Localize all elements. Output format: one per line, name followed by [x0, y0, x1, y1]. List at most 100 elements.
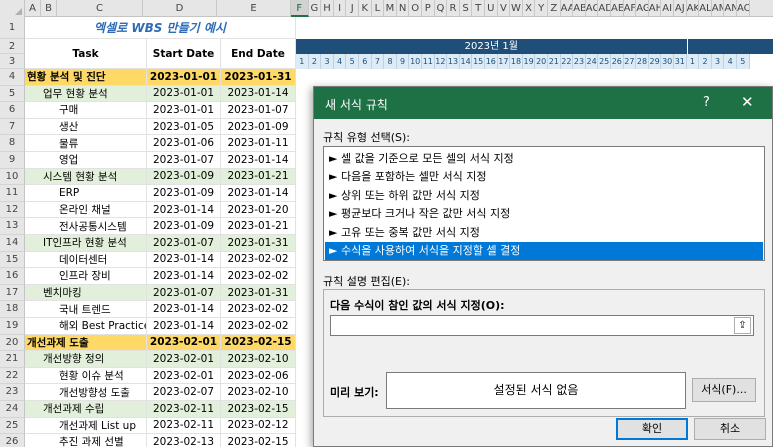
start-date-cell[interactable]: 2023-01-09 [147, 168, 221, 186]
end-date-cell[interactable]: 2023-01-21 [221, 168, 296, 186]
select-all-corner[interactable] [0, 0, 25, 17]
start-date-cell[interactable]: 2023-01-14 [147, 201, 221, 219]
start-date-cell[interactable]: 2023-01-01 [147, 102, 221, 119]
start-date-cell[interactable]: 2023-01-07 [147, 235, 221, 252]
task-cell[interactable]: 물류 [25, 135, 147, 152]
column-header[interactable]: AI [661, 0, 674, 17]
ok-button[interactable]: 확인 [616, 418, 688, 440]
row-header[interactable]: 23 [0, 384, 25, 401]
cancel-button[interactable]: 취소 [694, 418, 766, 440]
task-cell[interactable]: ERP [25, 185, 147, 202]
start-date-cell[interactable]: 2023-01-09 [147, 185, 221, 202]
rule-type-item[interactable]: ► 상위 또는 하위 값만 서식 지정 [325, 187, 763, 205]
row-header[interactable]: 13 [0, 218, 25, 235]
task-cell[interactable]: 국내 트렌드 [25, 301, 147, 318]
row-header[interactable]: 17 [0, 284, 25, 302]
end-date-cell[interactable]: 2023-01-11 [221, 135, 296, 152]
row-header[interactable]: 22 [0, 367, 25, 385]
rule-type-item[interactable]: ► 다음을 포함하는 셀만 서식 지정 [325, 168, 763, 186]
column-header[interactable]: AF [624, 0, 637, 17]
task-cell[interactable]: 인프라 장비 [25, 268, 147, 285]
end-date-cell[interactable]: 2023-02-02 [221, 268, 296, 285]
task-cell[interactable]: 개선과제 도출 [25, 334, 147, 352]
column-header[interactable]: AB [573, 0, 586, 17]
column-header[interactable]: C [57, 0, 143, 17]
start-date-cell[interactable]: 2023-02-01 [147, 334, 221, 352]
column-header[interactable]: AK [687, 0, 700, 17]
row-header[interactable]: 5 [0, 85, 25, 103]
end-date-cell[interactable]: 2023-01-07 [221, 102, 296, 119]
end-date-cell[interactable]: 2023-01-21 [221, 218, 296, 235]
row-header[interactable]: 4 [0, 69, 25, 86]
row-header[interactable]: 18 [0, 301, 25, 318]
column-header[interactable]: D [143, 0, 217, 17]
sheet-title[interactable]: 엑셀로 WBS 만들기 예시 [25, 17, 296, 39]
start-date-cell[interactable]: 2023-01-05 [147, 118, 221, 136]
row-header[interactable]: 11 [0, 185, 25, 202]
column-header[interactable]: M [384, 0, 397, 17]
end-date-cell[interactable]: 2023-01-20 [221, 201, 296, 219]
task-cell[interactable]: 현황 분석 및 진단 [25, 69, 147, 86]
row-header[interactable]: 15 [0, 251, 25, 269]
start-date-cell[interactable]: 2023-01-09 [147, 218, 221, 235]
end-date-cell[interactable]: 2023-02-15 [221, 434, 296, 447]
start-date-cell[interactable]: 2023-02-11 [147, 417, 221, 435]
column-header[interactable]: G [309, 0, 322, 17]
column-header[interactable]: F [291, 0, 309, 17]
column-header[interactable]: AM [712, 0, 725, 17]
task-cell[interactable]: IT인프라 현황 분석 [25, 235, 147, 252]
formula-input[interactable]: ⇪ [330, 315, 754, 336]
task-cell[interactable]: 개선과제 List up [25, 417, 147, 435]
row-header[interactable]: 21 [0, 351, 25, 368]
row-header[interactable]: 19 [0, 318, 25, 335]
start-date-cell[interactable]: 2023-01-01 [147, 69, 221, 86]
close-icon[interactable]: ✕ [741, 93, 754, 111]
end-date-cell[interactable]: 2023-01-14 [221, 85, 296, 103]
column-header[interactable]: O [409, 0, 422, 17]
row-header[interactable]: 2 [0, 39, 25, 54]
task-cell[interactable]: 영업 [25, 152, 147, 169]
start-date-cell[interactable]: 2023-02-11 [147, 401, 221, 418]
rule-type-list[interactable]: ► 셀 값을 기준으로 모든 셀의 서식 지정 ► 다음을 포함하는 셀만 서식 … [323, 146, 765, 261]
start-date-cell[interactable]: 2023-01-14 [147, 301, 221, 318]
task-cell[interactable]: 개선방향성 도출 [25, 384, 147, 401]
start-date-cell[interactable]: 2023-02-13 [147, 434, 221, 447]
column-header[interactable]: U [485, 0, 498, 17]
row-header[interactable]: 12 [0, 201, 25, 219]
start-date-cell[interactable]: 2023-01-06 [147, 135, 221, 152]
row-header[interactable]: 6 [0, 102, 25, 119]
column-header[interactable]: W [510, 0, 523, 17]
end-date-header[interactable]: End Date [221, 39, 296, 69]
end-date-cell[interactable]: 2023-01-14 [221, 185, 296, 202]
column-header[interactable]: J [346, 0, 359, 17]
end-date-cell[interactable]: 2023-02-15 [221, 401, 296, 418]
task-cell[interactable]: 온라인 채널 [25, 201, 147, 219]
column-header[interactable]: AG [636, 0, 649, 17]
end-date-cell[interactable]: 2023-02-02 [221, 301, 296, 318]
column-header[interactable]: AH [649, 0, 662, 17]
help-icon[interactable]: ? [703, 95, 710, 110]
column-header[interactable]: AJ [674, 0, 687, 17]
column-header[interactable]: S [460, 0, 473, 17]
start-date-cell[interactable]: 2023-01-07 [147, 284, 221, 302]
row-header[interactable]: 7 [0, 118, 25, 136]
column-header[interactable]: AA [561, 0, 574, 17]
column-header[interactable]: Z [548, 0, 561, 17]
start-date-cell[interactable]: 2023-02-01 [147, 351, 221, 368]
end-date-cell[interactable]: 2023-02-12 [221, 417, 296, 435]
end-date-cell[interactable]: 2023-01-14 [221, 152, 296, 169]
column-header[interactable]: P [422, 0, 435, 17]
column-header[interactable]: I [334, 0, 347, 17]
end-date-cell[interactable]: 2023-01-31 [221, 235, 296, 252]
start-date-cell[interactable]: 2023-01-14 [147, 318, 221, 335]
column-header[interactable]: AO [737, 0, 750, 17]
start-date-cell[interactable]: 2023-01-01 [147, 85, 221, 103]
end-date-cell[interactable]: 2023-02-02 [221, 251, 296, 269]
row-header[interactable]: 25 [0, 417, 25, 435]
column-header[interactable]: L [372, 0, 385, 17]
task-cell[interactable]: 시스템 현황 분석 [25, 168, 147, 186]
task-cell[interactable]: 개선과제 수립 [25, 401, 147, 418]
start-date-cell[interactable]: 2023-02-07 [147, 384, 221, 401]
row-header[interactable]: 24 [0, 401, 25, 418]
row-header[interactable]: 8 [0, 135, 25, 152]
